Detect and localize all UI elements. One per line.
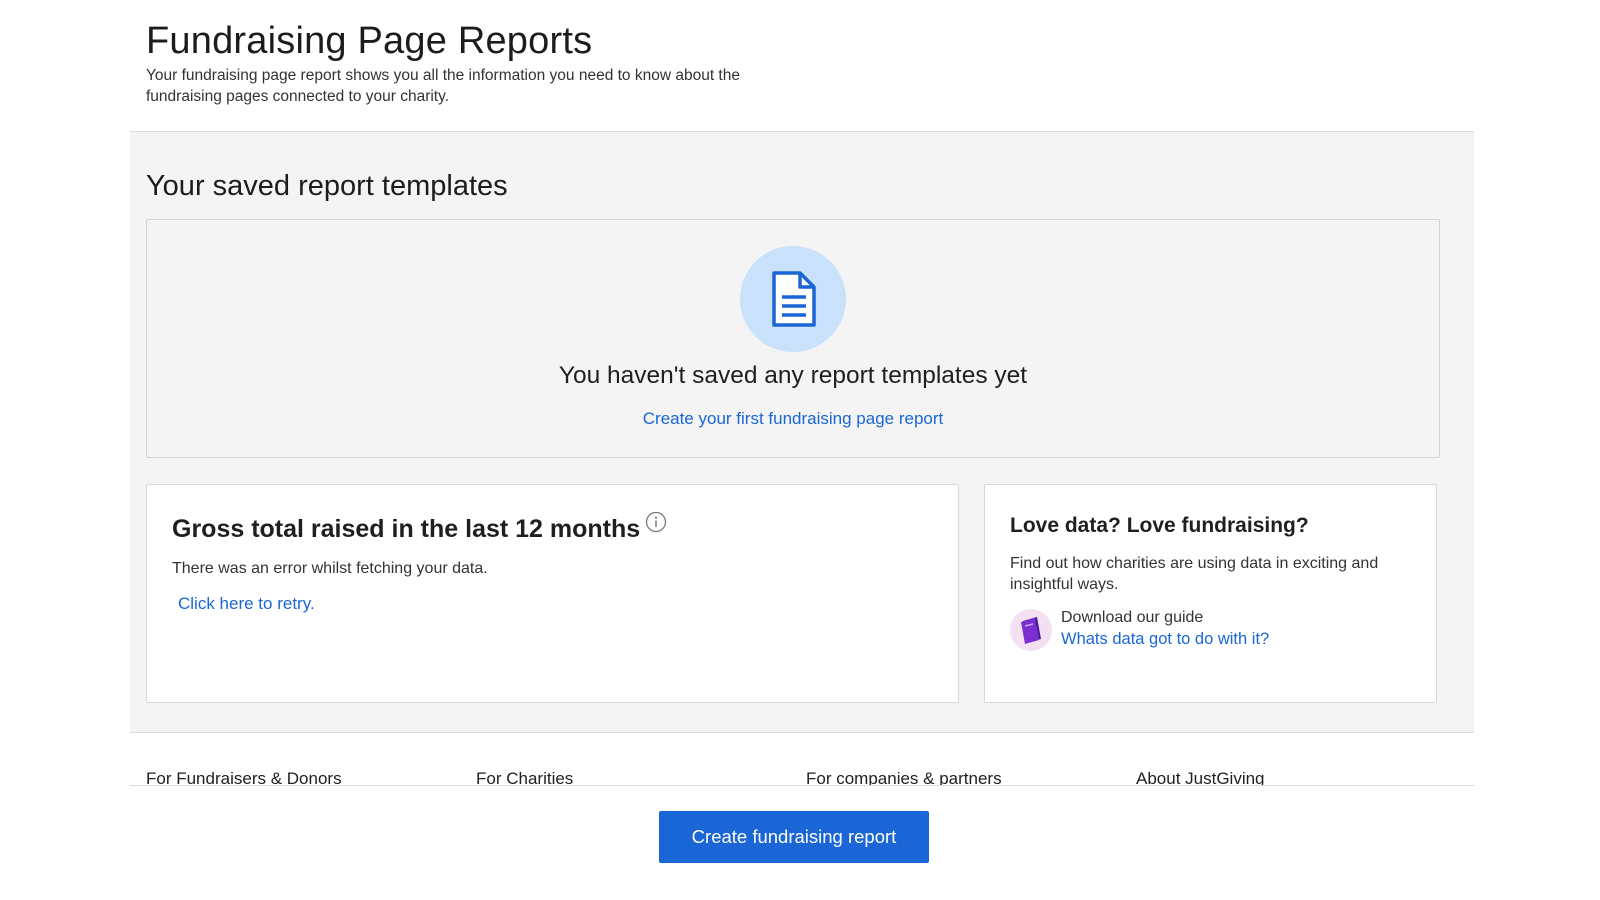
info-icon[interactable] [645, 511, 667, 533]
reports-panel: Your saved report templates You haven't … [130, 131, 1474, 733]
love-data-card: Love data? Love fundraising? Find out ho… [984, 484, 1437, 703]
page-subtitle: Your fundraising page report shows you a… [146, 67, 740, 105]
gross-total-title-text: Gross total raised in the last 12 months [172, 515, 641, 543]
guide-label: Download our guide [1061, 609, 1204, 626]
page-title: Fundraising Page Reports [146, 20, 593, 62]
section-title: Your saved report templates [146, 170, 508, 202]
love-data-text: Find out how charities are using data in… [1010, 555, 1379, 593]
create-first-report-link[interactable]: Create your first fundraising page repor… [147, 409, 1439, 429]
gross-total-title: Gross total raised in the last 12 months [172, 511, 667, 544]
footer-heading-fundraisers[interactable]: For Fundraisers & Donors [146, 769, 342, 785]
empty-state-title: You haven't saved any report templates y… [558, 362, 1028, 389]
footer-heading-about[interactable]: About JustGiving [1136, 769, 1265, 785]
saved-templates-card: You haven't saved any report templates y… [146, 219, 1440, 458]
gross-total-card: Gross total raised in the last 12 months… [146, 484, 959, 703]
retry-link[interactable]: Click here to retry. [178, 594, 315, 614]
fetch-error-message: There was an error whilst fetching your … [172, 560, 488, 577]
page: Fundraising Page Reports Your fundraisin… [0, 0, 1600, 900]
footer-heading-charities[interactable]: For Charities [476, 769, 573, 785]
guide-download-link[interactable]: Whats data got to do with it? [1061, 630, 1269, 649]
page-header: Fundraising Page Reports Your fundraisin… [146, 18, 846, 107]
document-icon [740, 246, 846, 352]
footer-heading-companies[interactable]: For companies & partners [806, 769, 1002, 785]
book-icon [1010, 609, 1052, 651]
footer-links-strip: For Fundraisers & Donors For Charities F… [130, 733, 1474, 786]
create-fundraising-report-button[interactable]: Create fundraising report [659, 811, 929, 863]
love-data-title: Love data? Love fundraising? [1010, 514, 1309, 537]
